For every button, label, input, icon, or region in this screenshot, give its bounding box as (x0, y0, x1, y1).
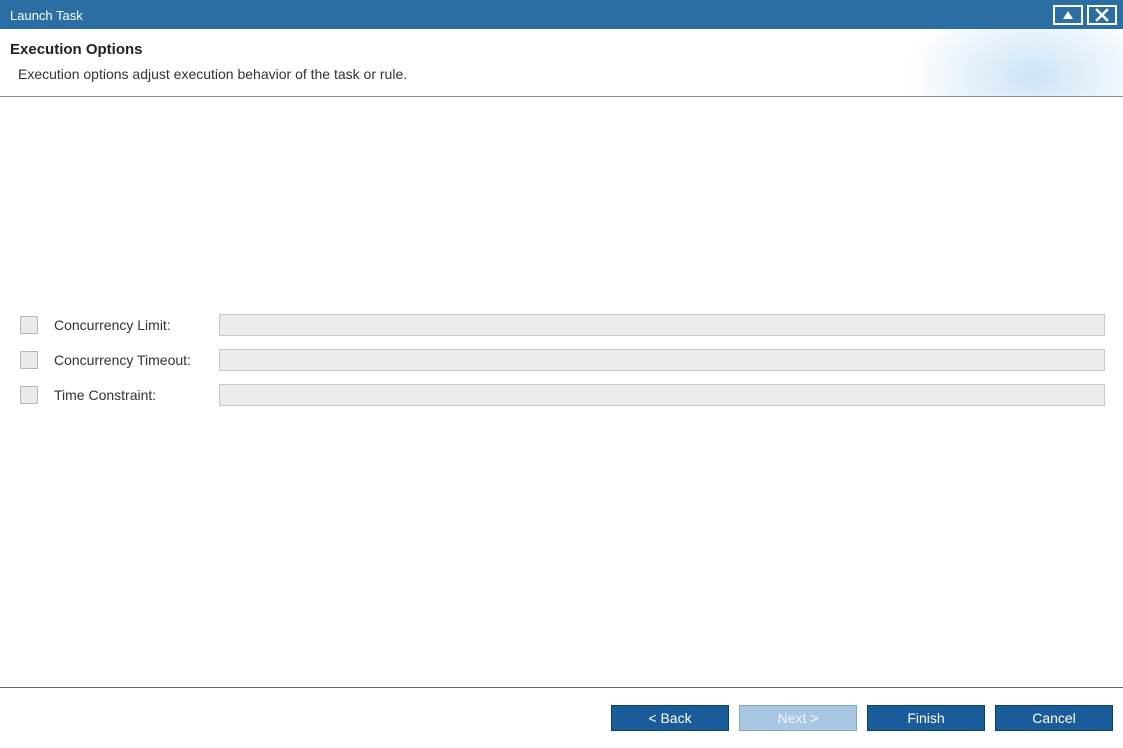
concurrency-limit-input-wrap (219, 314, 1105, 336)
close-icon (1095, 8, 1109, 22)
titlebar: Launch Task (0, 1, 1123, 29)
window-title: Launch Task (10, 8, 83, 23)
execution-options-block: Concurrency Limit: Concurrency Timeout: … (20, 307, 1105, 412)
concurrency-timeout-input-wrap (219, 349, 1105, 371)
concurrency-timeout-row: Concurrency Timeout: (20, 342, 1105, 377)
concurrency-limit-checkbox[interactable] (20, 316, 38, 334)
concurrency-limit-label: Concurrency Limit: (54, 317, 219, 333)
cancel-button[interactable]: Cancel (995, 705, 1113, 731)
back-button[interactable]: < Back (611, 705, 729, 731)
concurrency-timeout-checkbox[interactable] (20, 351, 38, 369)
concurrency-timeout-label: Concurrency Timeout: (54, 352, 219, 368)
collapse-button[interactable] (1053, 5, 1083, 25)
footer: < Back Next > Finish Cancel (0, 688, 1123, 748)
launch-task-window: Launch Task Execution Options Execution … (0, 0, 1123, 748)
page-description: Execution options adjust execution behav… (10, 66, 1109, 82)
time-constraint-input[interactable] (219, 384, 1105, 406)
body-area: Concurrency Limit: Concurrency Timeout: … (0, 97, 1123, 687)
close-button[interactable] (1087, 5, 1117, 25)
concurrency-limit-row: Concurrency Limit: (20, 307, 1105, 342)
time-constraint-input-wrap (219, 384, 1105, 406)
triangle-up-icon (1062, 10, 1074, 20)
time-constraint-checkbox[interactable] (20, 386, 38, 404)
title-controls (1053, 5, 1117, 25)
page-title: Execution Options (10, 41, 1109, 58)
concurrency-timeout-input[interactable] (219, 349, 1105, 371)
concurrency-limit-input[interactable] (219, 314, 1105, 336)
time-constraint-label: Time Constraint: (54, 387, 219, 403)
finish-button[interactable]: Finish (867, 705, 985, 731)
header-panel: Execution Options Execution options adju… (0, 29, 1123, 97)
time-constraint-row: Time Constraint: (20, 377, 1105, 412)
next-button: Next > (739, 705, 857, 731)
